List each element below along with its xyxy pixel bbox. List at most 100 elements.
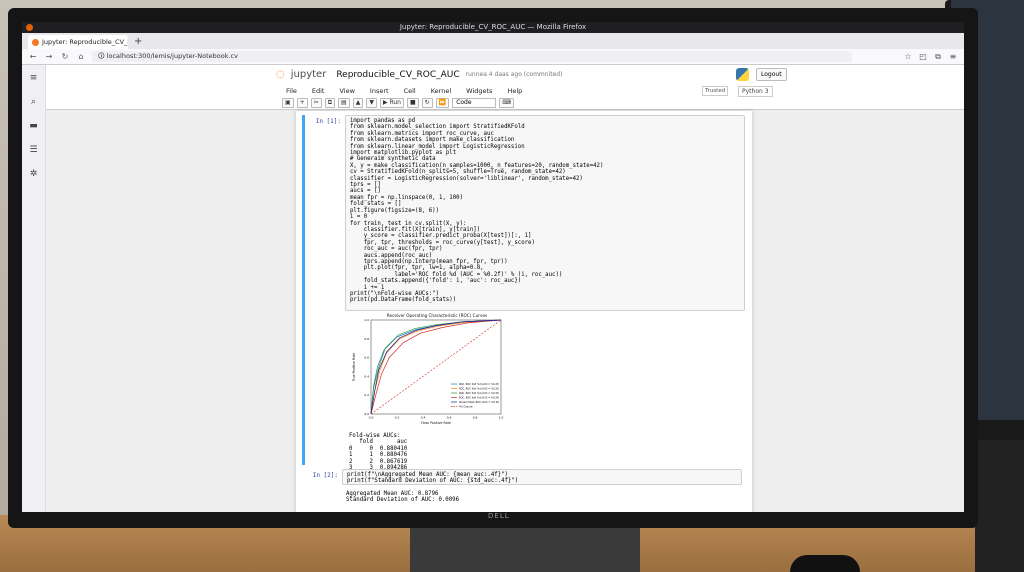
kernel-indicator[interactable]: Python 3 <box>738 86 773 97</box>
legend-label: ROC, ROC fold %d (AUC = %0.2f) <box>459 388 499 391</box>
cell-2-output: Aggregated Mean AUC: 0.8796 Standard Devi… <box>346 491 459 504</box>
browser-sidebar: ≡ ⌕ ▬ ☰ ✲ <box>22 65 46 512</box>
menu-edit[interactable]: Edit <box>312 87 325 95</box>
notebook-container: In [1]: import pandas as pd from sklearn.… <box>296 111 752 512</box>
python-logo-icon <box>736 68 749 81</box>
insert-cell-icon[interactable]: + <box>296 98 308 108</box>
paste-icon[interactable]: ▤ <box>338 98 350 108</box>
stop-icon[interactable]: ■ <box>407 98 419 108</box>
y-tick-label: 1.0 <box>364 318 369 322</box>
code-cell-1[interactable]: In [1]: import pandas as pd from sklearn.… <box>302 115 745 477</box>
cell-2-output-text: Aggregated Mean AUC: 0.8796 Standard Devi… <box>346 491 459 504</box>
x-tick-label: 0.8 <box>473 416 478 420</box>
logout-button[interactable]: Logout <box>756 68 787 81</box>
jupyter-header: ◌ jupyter Reproducible_CV_ROC_AUC runnea… <box>46 65 964 84</box>
speaker <box>975 440 1024 572</box>
cell-type-select[interactable]: Code <box>452 98 497 108</box>
x-tick-label: 0.0 <box>369 416 374 420</box>
menu-insert[interactable]: Insert <box>370 87 389 95</box>
reload-icon[interactable]: ↻ <box>60 52 70 61</box>
firefox-icon <box>26 24 33 31</box>
menu-hamburger-icon[interactable]: ≡ <box>948 52 958 62</box>
legend-label: ROC, ROC fold %d (AUC = %0.2f) <box>459 392 499 395</box>
tab-label: Jupyter: Reproducible_CV_R <box>42 38 128 46</box>
url-text: localhost:300/lemis/jupyter-Notebook.cv <box>106 52 238 60</box>
restart-icon[interactable]: ↻ <box>421 98 433 108</box>
move-up-icon[interactable]: ▲ <box>352 98 364 108</box>
cell-2-input[interactable]: print(f"\nAggregated Mean AUC: {mean_auc… <box>342 469 742 485</box>
command-palette-icon[interactable]: ⌨ <box>499 98 514 108</box>
sidebar-menu-icon[interactable]: ≡ <box>30 73 38 83</box>
jupyter-logo-icon[interactable]: ◌ <box>276 69 285 80</box>
dell-logo: DELL <box>488 512 510 520</box>
run-label: Run <box>389 99 401 106</box>
window-titlebar: Jupyter: Reproducible_CV_ROC_AUC — Mozil… <box>22 22 964 33</box>
legend-label: 4% Chance <box>459 406 473 409</box>
cell-1-prompt: In [1]: <box>315 118 341 125</box>
chart-background <box>349 312 509 428</box>
menu-help[interactable]: Help <box>507 87 522 95</box>
output-line: Standard Deviation of AUC: 0.0096 <box>346 497 459 504</box>
code-line: print(pd.DataFrame(fold_stats)) <box>350 297 457 304</box>
nav-right-icons: ☆ ◰ ⧉ ≡ <box>903 52 958 62</box>
chart-title: Receiver Operating Characteristic (ROC) … <box>387 313 487 318</box>
legend-label: ROC, ROC fold %d (AUC = %0.2f) <box>459 397 499 400</box>
restart-run-icon[interactable]: ⏩ <box>435 98 450 108</box>
sidebar-list-icon[interactable]: ☰ <box>29 145 37 155</box>
jupyter-tab-icon <box>32 38 39 46</box>
output-line: 1 1 0.880476 <box>349 452 408 459</box>
checkpoint-status: runnea 4 daas ago (commnited) <box>465 71 563 78</box>
sidebar-settings-icon[interactable]: ✲ <box>30 169 38 179</box>
new-tab-button[interactable]: + <box>128 35 148 49</box>
legend-label: Stream Mean ROC (AUC = %0.2f) <box>459 401 499 404</box>
y-tick-label: 0.4 <box>364 374 369 378</box>
y-axis-label: True Positive Rate <box>352 353 356 382</box>
back-arrow-icon[interactable]: ← <box>28 52 38 61</box>
code-line: print(f"Standard Deviation of AUC: {std_… <box>347 478 519 485</box>
menu-file[interactable]: File <box>286 87 297 95</box>
x-tick-label: 1.0 <box>499 416 504 420</box>
legend-label: ROC, ROC fold %d (AUC = %0.2f) <box>459 383 499 386</box>
run-button[interactable]: ▶ Run <box>379 98 404 108</box>
lock-icon: 🛈 <box>98 52 107 60</box>
save-icon[interactable]: ▣ <box>282 98 294 108</box>
tab-bar: Jupyter: Reproducible_CV_R × + <box>22 33 964 49</box>
cell-1-code: import pandas as pd from sklearn.model_se… <box>350 118 740 304</box>
window-title: Jupyter: Reproducible_CV_ROC_AUC — Mozil… <box>399 23 587 31</box>
move-down-icon[interactable]: ▼ <box>366 98 377 108</box>
output-line: fold auc <box>349 439 408 446</box>
copy-icon[interactable]: ⧉ <box>324 98 336 108</box>
mouse <box>790 555 860 572</box>
jupyter-toolbar: ▣ + ✂ ⧉ ▤ ▲ ▼ ▶ Run ■ ↻ ⏩ Code ⌨ <box>46 97 964 110</box>
x-tick-label: 0.2 <box>395 416 400 420</box>
page-content: ◌ jupyter Reproducible_CV_ROC_AUC runnea… <box>46 65 964 512</box>
menu-cell[interactable]: Cell <box>404 87 416 95</box>
y-tick-label: 0.8 <box>364 337 369 341</box>
y-tick-label: 0.0 <box>364 412 369 416</box>
code-cell-2[interactable]: In [2]: print(f"\nAggregated Mean AUC: {… <box>302 469 742 512</box>
x-axis-label: False Positive Rate <box>421 421 451 425</box>
browser-tab[interactable]: Jupyter: Reproducible_CV_R × <box>28 35 128 49</box>
screen: Jupyter: Reproducible_CV_ROC_AUC — Mozil… <box>22 22 964 512</box>
menu-kernel[interactable]: Kernel <box>431 87 451 95</box>
cell-1-input[interactable]: import pandas as pd from sklearn.model_se… <box>345 115 745 311</box>
bookmark-star-icon[interactable]: ☆ <box>903 52 913 62</box>
sidebar-search-icon[interactable]: ⌕ <box>31 97 36 107</box>
jupyter-logo-text[interactable]: jupyter <box>291 69 327 80</box>
notebook-title[interactable]: Reproducible_CV_ROC_AUC <box>336 70 459 80</box>
menu-view[interactable]: View <box>339 87 354 95</box>
trusted-badge[interactable]: Trusted <box>702 86 729 96</box>
extensions-icon[interactable]: ⧉ <box>933 52 943 62</box>
x-tick-label: 0.4 <box>421 416 426 420</box>
forward-arrow-icon[interactable]: → <box>44 52 54 61</box>
cell-2-prompt: In [2]: <box>312 472 338 479</box>
y-tick-label: 0.6 <box>364 356 369 360</box>
pocket-icon[interactable]: ◰ <box>918 52 928 62</box>
menu-widgets[interactable]: Widgets <box>466 87 492 95</box>
sidebar-folder-icon[interactable]: ▬ <box>29 121 38 131</box>
cut-icon[interactable]: ✂ <box>310 98 322 108</box>
address-bar[interactable]: 🛈 localhost:300/lemis/jupyter-Notebook.c… <box>92 51 852 62</box>
browser-body: ≡ ⌕ ▬ ☰ ✲ ◌ jupyter Reproducible_CV_ROC_… <box>22 65 964 512</box>
home-icon[interactable]: ⌂ <box>76 52 86 61</box>
jupyter-menubar: File Edit View Insert Cell Kernel Widget… <box>46 84 964 97</box>
